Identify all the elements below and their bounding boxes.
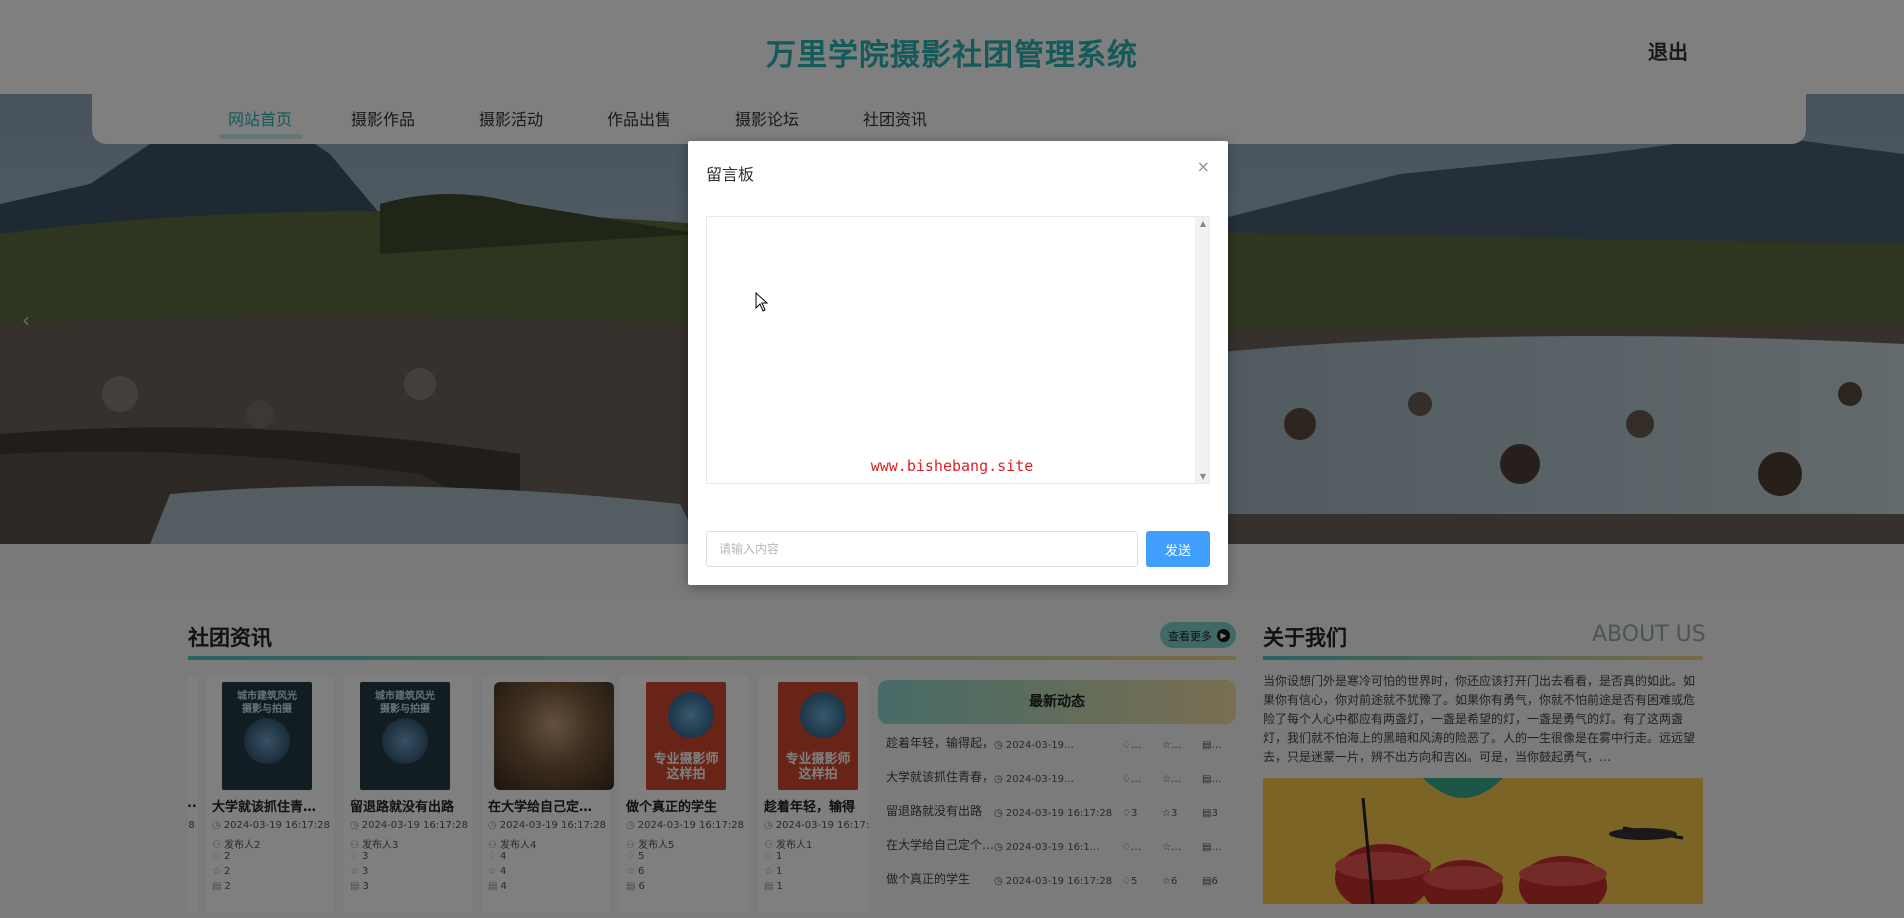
message-list[interactable]: www.bishebang.site ▲ ▼ xyxy=(706,216,1210,484)
watermark-text: www.bishebang.site xyxy=(870,457,1034,475)
mouse-cursor-icon xyxy=(755,292,769,312)
scrollbar[interactable]: ▲ ▼ xyxy=(1195,217,1209,483)
scroll-down-icon[interactable]: ▼ xyxy=(1200,472,1206,481)
dialog-title: 留言板 xyxy=(706,165,755,184)
message-input[interactable] xyxy=(706,531,1138,567)
close-icon[interactable]: × xyxy=(1197,157,1210,176)
message-board-dialog: 留言板 × www.bishebang.site ▲ ▼ 发送 xyxy=(688,141,1228,585)
scroll-up-icon[interactable]: ▲ xyxy=(1200,219,1206,228)
send-button[interactable]: 发送 xyxy=(1146,531,1210,567)
